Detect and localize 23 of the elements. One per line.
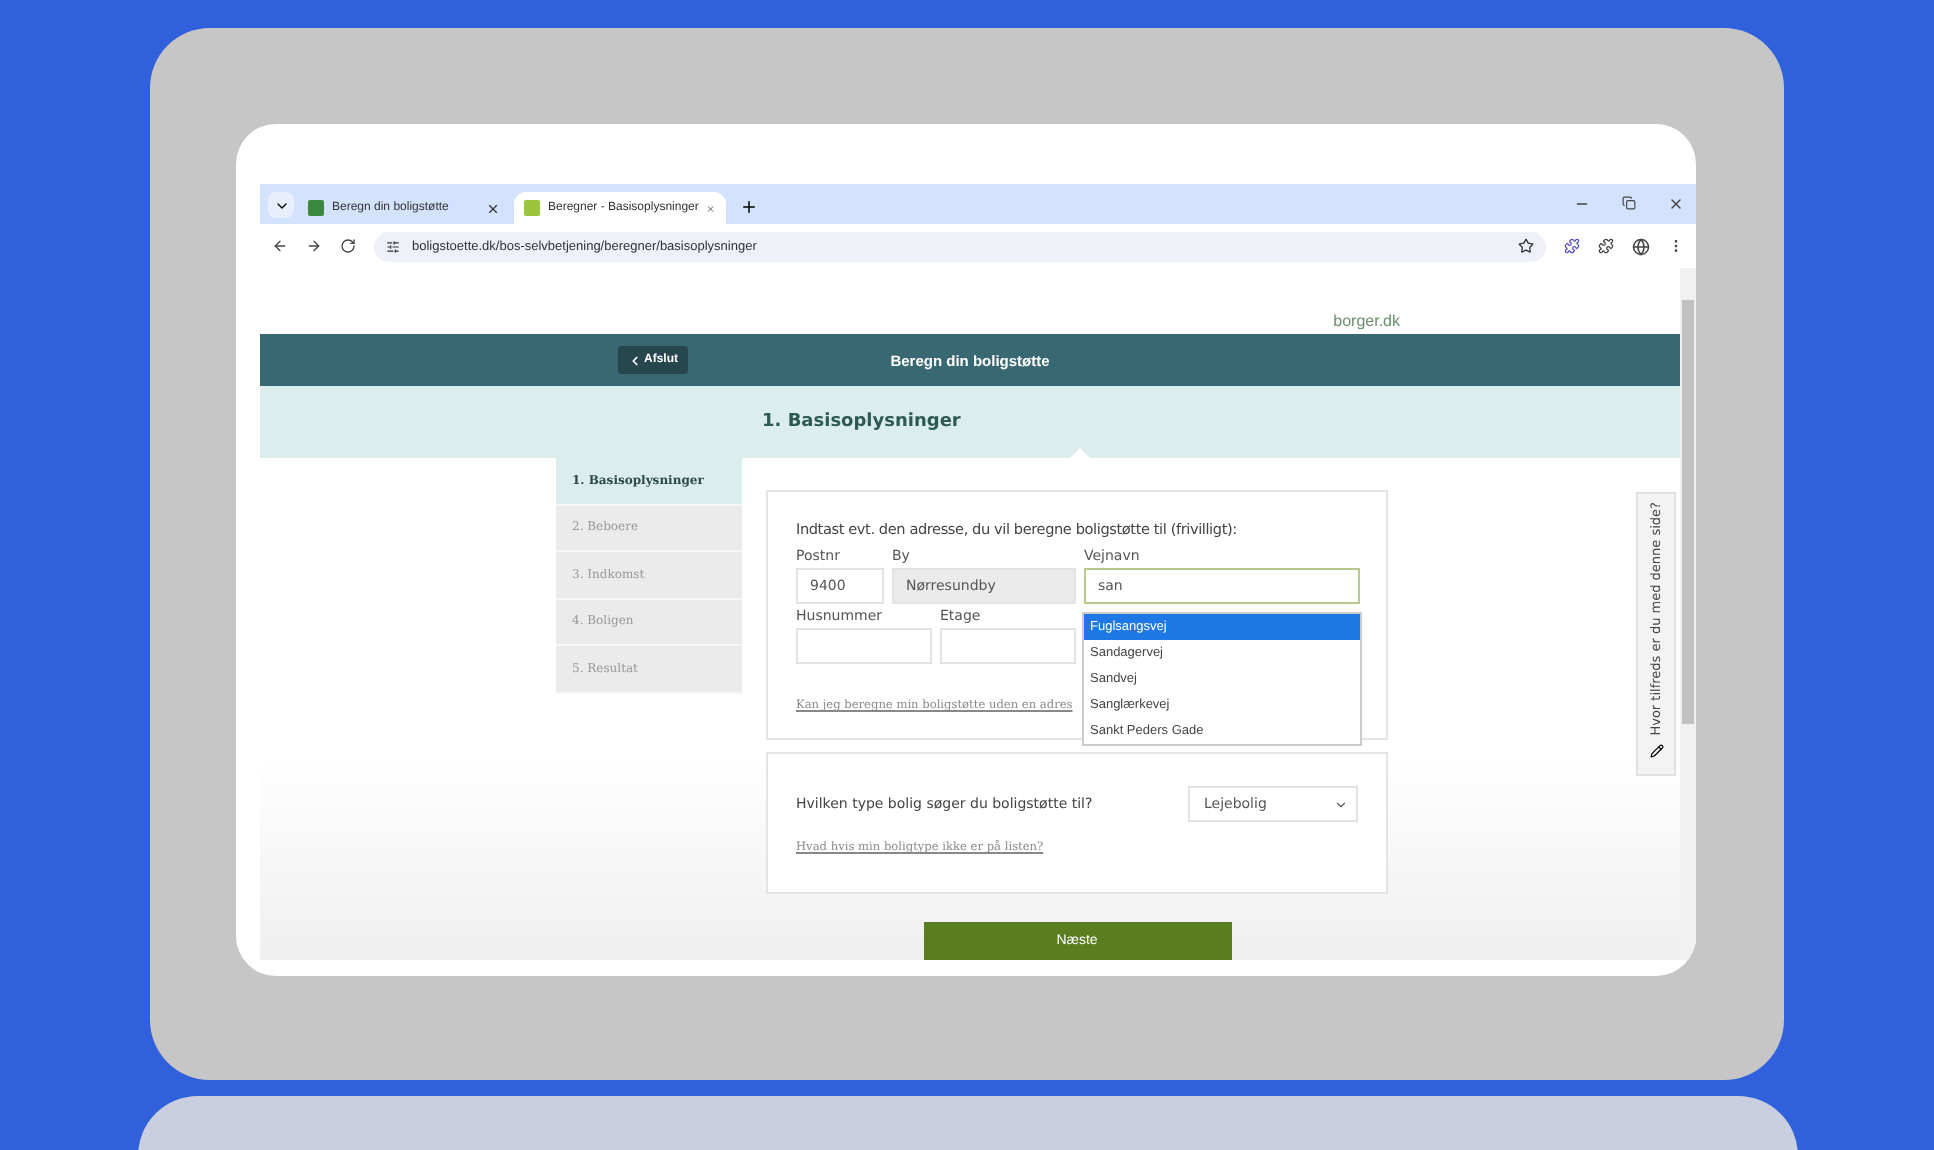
step-title: 1. Basisoplysninger <box>762 412 961 433</box>
chevron-left-icon <box>628 353 642 368</box>
site-brand[interactable]: borger.dk <box>1333 311 1400 330</box>
text-field[interactable] <box>796 628 932 664</box>
reload-icon[interactable] <box>340 238 356 254</box>
chevron-down-icon <box>1334 797 1348 811</box>
scrollbar[interactable] <box>1680 268 1696 960</box>
favicon-icon <box>308 200 324 216</box>
back-icon[interactable] <box>272 238 288 254</box>
profile-icon[interactable] <box>1632 237 1650 255</box>
site-settings-icon[interactable] <box>386 239 400 253</box>
star-icon[interactable] <box>1518 238 1534 254</box>
favicon-icon <box>524 200 540 216</box>
restore-icon[interactable] <box>1622 196 1636 210</box>
pencil-icon <box>1649 743 1663 758</box>
forward-icon[interactable] <box>306 238 322 254</box>
close-icon[interactable] <box>486 201 500 215</box>
close-icon[interactable] <box>1668 196 1684 212</box>
text-field[interactable] <box>940 628 1076 664</box>
new-tab-icon[interactable] <box>740 198 758 216</box>
tab-list-button[interactable] <box>268 192 294 218</box>
extension-icon[interactable] <box>1564 238 1580 254</box>
extensions-icon[interactable] <box>1598 238 1614 254</box>
